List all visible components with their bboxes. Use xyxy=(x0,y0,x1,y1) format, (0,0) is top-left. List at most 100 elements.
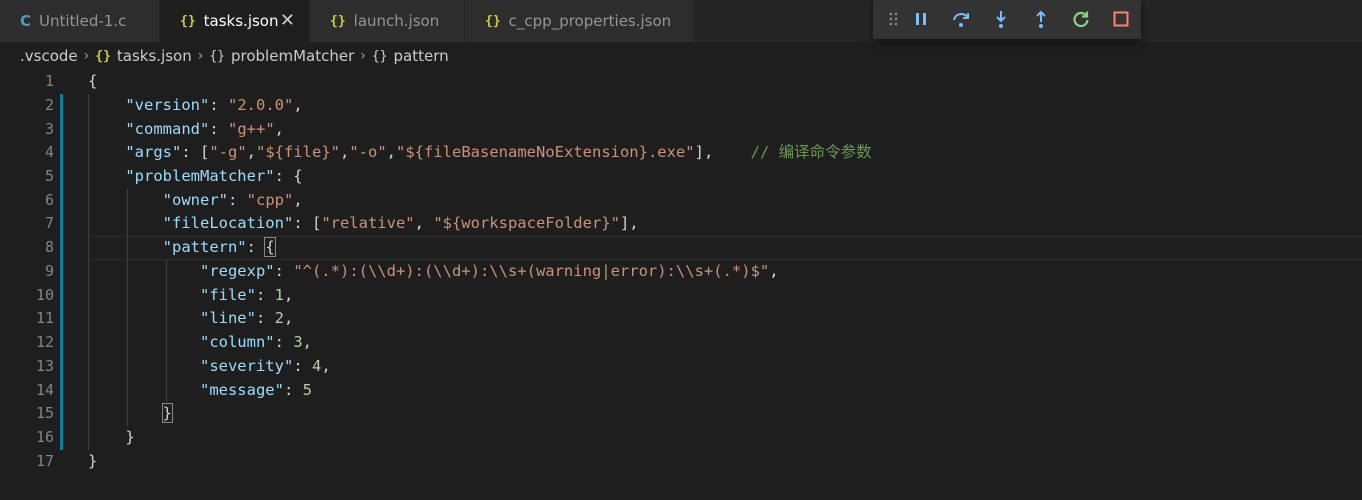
line-number: 10 xyxy=(35,285,54,304)
breadcrumb: .vscode › {} tasks.json › {} problemMatc… xyxy=(0,42,1362,70)
chevron-right-icon: › xyxy=(360,48,366,64)
code-line: "file": 1, xyxy=(199,285,294,304)
code-line: "message": 5 xyxy=(199,380,312,399)
code-line: "args": ["-g","${file}","-o","${fileBase… xyxy=(125,143,872,162)
tab-bar: C Untitled-1.c {} tasks.json ✕ {} launch… xyxy=(0,0,1362,42)
line-number: 3 xyxy=(44,119,54,138)
line-number: 1 xyxy=(44,72,54,90)
code-line: "regexp": "^(.*):(\\d+):(\\d+):\\s+(warn… xyxy=(199,261,779,280)
line-number: 14 xyxy=(35,380,54,399)
step-into-icon[interactable] xyxy=(990,8,1012,30)
line-number: 13 xyxy=(35,356,54,375)
json-key: "command" xyxy=(125,119,210,138)
json-string: "^(.*):(\\d+):(\\d+):\\s+(warning|error)… xyxy=(293,261,770,280)
json-string: "relative" xyxy=(321,214,415,233)
drag-handle-icon[interactable] xyxy=(883,8,905,30)
json-string: "g++" xyxy=(228,119,275,138)
code-line: "fileLocation": ["relative", "${workspac… xyxy=(162,214,639,233)
json-key: "args" xyxy=(125,143,182,162)
json-number: 2 xyxy=(274,309,284,328)
json-key: "owner" xyxy=(162,190,228,209)
breadcrumb-folder[interactable]: .vscode xyxy=(20,47,78,65)
code-comment: // 编译命令参数 xyxy=(750,143,872,162)
code-line: "owner": "cpp", xyxy=(162,190,303,209)
gutter-modified-indicator xyxy=(60,94,63,450)
json-key: "fileLocation" xyxy=(162,214,294,233)
line-number: 16 xyxy=(35,428,54,446)
code-line: } xyxy=(88,426,135,450)
line-number: 8 xyxy=(44,238,54,257)
pause-icon[interactable] xyxy=(910,8,932,30)
close-icon[interactable]: ✕ xyxy=(280,10,295,31)
json-number: 5 xyxy=(302,380,312,399)
line-number: 12 xyxy=(35,333,54,351)
code-line: "line": 2, xyxy=(199,309,294,328)
restart-icon[interactable] xyxy=(1070,8,1092,30)
line-number: 4 xyxy=(44,143,54,162)
code-line: "problemMatcher": { xyxy=(125,166,303,185)
line-number: 9 xyxy=(44,261,54,280)
line-number: 7 xyxy=(44,214,54,233)
json-key: "line" xyxy=(199,309,256,328)
brace: } xyxy=(125,428,135,446)
breadcrumb-item-label: problemMatcher xyxy=(231,47,355,65)
json-key: "pattern" xyxy=(162,238,247,257)
code-line: "command": "g++", xyxy=(125,119,285,138)
tab-c-cpp-properties-json[interactable]: {} c_cpp_properties.json xyxy=(465,0,695,42)
code-line: } xyxy=(88,402,174,426)
brace: { xyxy=(88,72,98,90)
tab-tasks-json[interactable]: {} tasks.json ✕ xyxy=(160,0,310,42)
json-string: "2.0.0" xyxy=(228,95,294,114)
json-key: "regexp" xyxy=(199,261,275,280)
tab-label: launch.json xyxy=(353,12,440,30)
breadcrumb-file[interactable]: {} tasks.json xyxy=(95,47,191,65)
line-number: 2 xyxy=(44,95,54,114)
tab-label: Untitled-1.c xyxy=(39,12,127,30)
json-string: "-o" xyxy=(349,143,387,162)
breadcrumb-problem-matcher[interactable]: {} problemMatcher xyxy=(209,47,354,65)
line-number: 5 xyxy=(44,166,54,185)
brace: } xyxy=(161,403,174,424)
json-key: "message" xyxy=(199,380,284,399)
breadcrumb-item-label: pattern xyxy=(393,47,449,65)
json-key: "column" xyxy=(199,333,275,351)
code-line: "version": "2.0.0", xyxy=(125,95,303,114)
code-editor[interactable]: 1 2 3 4 5 6 7 8 9 10 11 12 13 14 15 16 1… xyxy=(0,70,1362,500)
json-key: "problemMatcher" xyxy=(125,166,275,185)
json-string: "cpp" xyxy=(246,190,294,209)
tab-launch-json[interactable]: {} launch.json xyxy=(310,0,465,42)
json-key: "severity" xyxy=(199,356,294,375)
brace: } xyxy=(88,451,98,470)
line-number: 6 xyxy=(44,190,54,209)
tab-untitled-1-c[interactable]: C Untitled-1.c xyxy=(0,0,160,42)
json-number: 3 xyxy=(293,333,303,351)
code-line: "column": 3, xyxy=(199,333,312,351)
json-file-icon: {} xyxy=(330,13,346,29)
tab-label: tasks.json xyxy=(203,12,279,30)
object-icon: {} xyxy=(209,48,225,64)
chevron-right-icon: › xyxy=(83,48,90,64)
code-line: "pattern": { xyxy=(162,237,276,258)
step-out-icon[interactable] xyxy=(1030,8,1052,30)
code-line: { xyxy=(88,70,97,94)
json-file-icon: {} xyxy=(485,13,501,29)
line-number: 17 xyxy=(35,451,54,470)
breadcrumb-file-label: tasks.json xyxy=(116,47,192,65)
line-number: 15 xyxy=(35,404,54,423)
json-key: "version" xyxy=(125,95,210,114)
code-line: } xyxy=(88,450,97,474)
step-over-icon[interactable] xyxy=(950,8,972,30)
debug-toolbar xyxy=(873,0,1141,39)
tab-label: c_cpp_properties.json xyxy=(508,12,672,30)
json-number: 1 xyxy=(274,285,284,304)
c-file-icon: C xyxy=(20,12,32,30)
json-string: "${file}" xyxy=(256,143,340,162)
code-line: "severity": 4, xyxy=(199,356,331,375)
json-number: 4 xyxy=(311,356,322,375)
json-string: "${workspaceFolder}" xyxy=(433,214,620,233)
stop-icon[interactable] xyxy=(1110,8,1132,30)
chevron-right-icon: › xyxy=(197,48,204,64)
breadcrumb-pattern[interactable]: {} pattern xyxy=(372,47,449,65)
json-file-icon: {} xyxy=(180,13,196,29)
json-file-icon: {} xyxy=(95,48,111,64)
